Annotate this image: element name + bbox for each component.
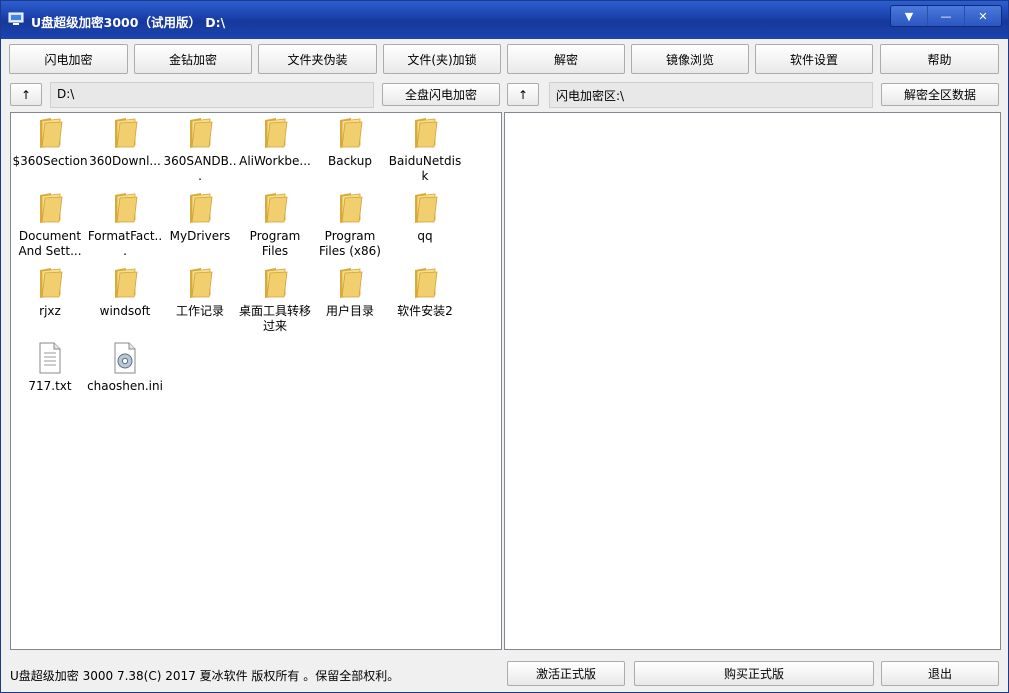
mirror-browse-button[interactable]: 镜像浏览 <box>631 44 749 74</box>
title-bar[interactable]: U盘超级加密3000（试用版） D:\ ▼ — ✕ <box>1 1 1008 39</box>
activate-button[interactable]: 激活正式版 <box>507 661 625 686</box>
item-label: 软件安装2 <box>397 304 453 318</box>
folder-item[interactable]: Backup <box>312 116 388 169</box>
item-label: AliWorkbe... <box>239 154 311 168</box>
folder-item[interactable]: Document And Sett... <box>12 191 88 259</box>
menu-dropdown-icon[interactable]: ▼ <box>891 6 928 26</box>
folder-item[interactable]: 工作记录 <box>162 266 238 319</box>
item-label: Document And Sett... <box>18 229 82 258</box>
settings-file-icon <box>114 342 136 374</box>
app-icon <box>8 12 24 25</box>
folder-disguise-button[interactable]: 文件夹伪装 <box>258 44 377 74</box>
item-label: MyDrivers <box>169 229 231 243</box>
text-file-icon <box>39 342 61 374</box>
folder-icon <box>40 193 63 223</box>
buy-button[interactable]: 购买正式版 <box>634 661 874 686</box>
minimize-icon[interactable]: — <box>928 6 965 26</box>
window-title: U盘超级加密3000（试用版） D:\ <box>31 15 226 30</box>
file-item[interactable]: chaoshen.ini <box>87 341 163 394</box>
folder-icon <box>415 118 438 148</box>
full-disk-flash-encrypt-button[interactable]: 全盘闪电加密 <box>382 83 500 106</box>
right-file-pane[interactable] <box>504 112 1001 650</box>
settings-button[interactable]: 软件设置 <box>755 44 873 74</box>
item-label: rjxz <box>39 304 61 318</box>
folder-item[interactable]: 软件安装2 <box>387 266 463 319</box>
item-label: $360Section <box>12 154 88 168</box>
item-label: 桌面工具转移过来 <box>238 304 311 333</box>
item-label: 360Downl... <box>89 154 161 168</box>
folder-item[interactable]: 桌面工具转移过来 <box>237 266 313 334</box>
folder-icon <box>190 118 213 148</box>
item-label: Backup <box>328 154 372 168</box>
folder-icon <box>40 268 63 298</box>
folder-item[interactable]: 360SANDB... <box>162 116 238 184</box>
folder-icon <box>340 268 363 298</box>
file-item[interactable]: 717.txt <box>12 341 88 394</box>
flash-encrypt-button[interactable]: 闪电加密 <box>9 44 128 74</box>
item-label: 用户目录 <box>325 304 374 318</box>
exit-button[interactable]: 退出 <box>881 661 999 686</box>
right-up-button[interactable]: ↑ <box>507 83 539 106</box>
folder-icon <box>265 118 288 148</box>
folder-icon <box>340 118 363 148</box>
folder-icon <box>190 268 213 298</box>
folder-icon <box>115 193 138 223</box>
folder-item[interactable]: AliWorkbe... <box>237 116 313 169</box>
item-label: 工作记录 <box>175 304 224 318</box>
item-label: windsoft <box>99 304 151 318</box>
folder-item[interactable]: FormatFact... <box>87 191 163 259</box>
folder-item[interactable]: windsoft <box>87 266 163 319</box>
folder-icon <box>115 118 138 148</box>
close-icon[interactable]: ✕ <box>965 6 1001 26</box>
folder-icon <box>265 268 288 298</box>
item-label: BaiduNetdisk <box>388 154 462 183</box>
window-controls: ▼ — ✕ <box>890 5 1002 27</box>
folder-icon <box>115 268 138 298</box>
folder-item[interactable]: 用户目录 <box>312 266 388 319</box>
app-window: U盘超级加密3000（试用版） D:\ ▼ — ✕ 闪电加密 金钻加密 文件夹伪… <box>0 0 1009 693</box>
item-label: FormatFact... <box>87 229 163 258</box>
item-label: Program Files <box>249 229 301 258</box>
file-lock-button[interactable]: 文件(夹)加锁 <box>383 44 501 74</box>
folder-item[interactable]: 360Downl... <box>87 116 163 169</box>
item-label: Program Files (x86) <box>319 229 381 258</box>
help-button[interactable]: 帮助 <box>880 44 999 74</box>
item-label: 717.txt <box>28 379 72 393</box>
folder-icon <box>415 268 438 298</box>
right-path-field[interactable]: 闪电加密区:\ <box>549 82 873 108</box>
left-path-field[interactable]: D:\ <box>50 82 374 108</box>
folder-item[interactable]: Program Files (x86) <box>312 191 388 259</box>
left-up-button[interactable]: ↑ <box>10 83 42 106</box>
left-file-pane[interactable]: $360Section 360Downl... 360SANDB... AliWork… <box>10 112 502 650</box>
folder-icon <box>265 193 288 223</box>
folder-icon <box>340 193 363 223</box>
decrypt-button[interactable]: 解密 <box>507 44 625 74</box>
folder-item[interactable]: Program Files <box>237 191 313 259</box>
folder-item[interactable]: MyDrivers <box>162 191 238 244</box>
folder-item[interactable]: BaiduNetdisk <box>387 116 463 184</box>
folder-item[interactable]: $360Section <box>12 116 88 169</box>
status-text: U盘超级加密 3000 7.38(C) 2017 夏冰软件 版权所有 。保留全部… <box>10 669 400 683</box>
folder-item[interactable]: qq <box>387 191 463 244</box>
item-label: 360SANDB... <box>163 154 237 183</box>
folder-item[interactable]: rjxz <box>12 266 88 319</box>
folder-icon <box>40 118 63 148</box>
folder-icon <box>415 193 438 223</box>
decrypt-all-button[interactable]: 解密全区数据 <box>881 83 999 106</box>
folder-icon <box>190 193 213 223</box>
item-label: qq <box>417 229 433 243</box>
diamond-encrypt-button[interactable]: 金钻加密 <box>134 44 252 74</box>
item-label: chaoshen.ini <box>87 379 163 393</box>
